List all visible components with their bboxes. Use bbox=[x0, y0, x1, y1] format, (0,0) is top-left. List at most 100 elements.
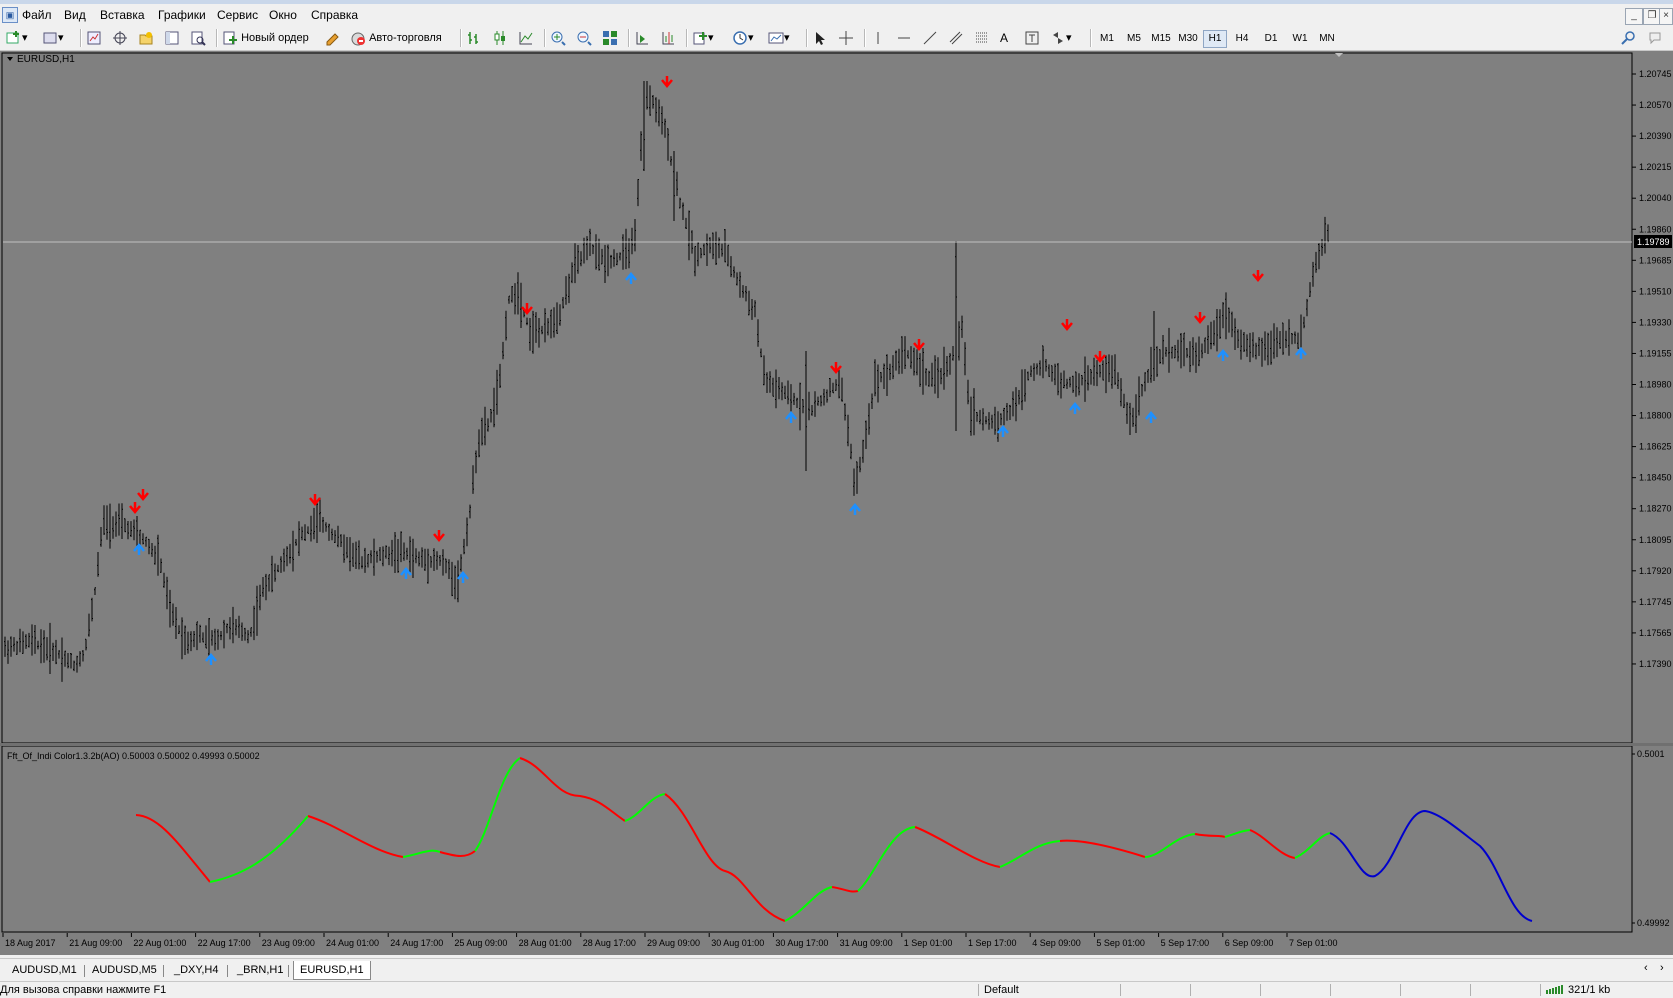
templates-button[interactable]: ▾ bbox=[768, 29, 790, 47]
price-tick-label: 1.20040 bbox=[1639, 193, 1672, 203]
time-tick-label: 7 Sep 01:00 bbox=[1289, 938, 1338, 948]
time-tick-label: 23 Aug 09:00 bbox=[262, 938, 315, 948]
indicator-scale-bottom: 0.49992 bbox=[1637, 918, 1670, 928]
chat-icon[interactable] bbox=[1648, 29, 1664, 47]
timeframe-m1[interactable]: M1 bbox=[1094, 31, 1120, 47]
app-icon[interactable]: ▣ bbox=[2, 7, 18, 23]
chart-shift-icon[interactable] bbox=[660, 29, 676, 47]
indicator-label: Fft_Of_Indi Color1.3.2b(AO) 0.50003 0.50… bbox=[7, 751, 260, 761]
strategy-tester-button[interactable] bbox=[190, 29, 206, 47]
tab-audusd-m5[interactable]: AUDUSD,M5 bbox=[86, 961, 163, 979]
arrows-tool-icon[interactable]: ▾ bbox=[1050, 29, 1072, 47]
price-axis: 1.20745 1.20570 1.20390 1.20215 1.20040 1.198… bbox=[1632, 69, 1672, 669]
status-bar: Для вызова справки нажмите F1 Default 32… bbox=[0, 981, 1673, 997]
menu-insert[interactable]: Вставка bbox=[100, 8, 145, 22]
timeframe-h4[interactable]: H4 bbox=[1229, 31, 1255, 47]
indicator-scale-top: 0.5001 bbox=[1637, 749, 1665, 759]
bar-chart-button[interactable] bbox=[466, 29, 482, 47]
indicator-panel bbox=[1, 745, 1633, 933]
terminal-button[interactable] bbox=[164, 29, 180, 47]
new-chart-button[interactable]: ▾ bbox=[6, 29, 28, 47]
chart-tabs: AUDUSD,M1 AUDUSD,M5 _DXY,H4 _BRN,H1 EURU… bbox=[0, 958, 1673, 981]
menu-bar: ▣ Файл Вид Вставка Графики Сервис Окно С… bbox=[0, 4, 1673, 27]
autotrading-label: Авто-торговля bbox=[369, 32, 442, 44]
time-tick-label: 18 Aug 2017 bbox=[5, 938, 56, 948]
menu-file[interactable]: Файл bbox=[22, 8, 52, 22]
timeframe-h1[interactable]: H1 bbox=[1203, 30, 1227, 48]
time-tick-label: 6 Sep 09:00 bbox=[1225, 938, 1274, 948]
auto-scroll-icon[interactable] bbox=[634, 29, 650, 47]
cursor-icon[interactable] bbox=[812, 29, 828, 47]
text-tool-icon[interactable]: A bbox=[1000, 29, 1008, 47]
menu-window[interactable]: Окно bbox=[269, 8, 297, 22]
zoom-in-icon[interactable] bbox=[550, 29, 566, 47]
time-tick-label: 30 Aug 01:00 bbox=[711, 938, 764, 948]
time-tick-label: 31 Aug 09:00 bbox=[840, 938, 893, 948]
price-tick-label: 1.20390 bbox=[1639, 131, 1672, 141]
tab-dxy-h4[interactable]: _DXY,H4 bbox=[168, 961, 224, 979]
crosshair-icon[interactable] bbox=[838, 29, 854, 47]
new-order-button[interactable]: Новый ордер bbox=[222, 29, 309, 47]
time-tick-label: 4 Sep 09:00 bbox=[1032, 938, 1081, 948]
navigator-button[interactable] bbox=[138, 29, 154, 47]
chart-window[interactable]: EURUSD,H1 1.20745 1.20570 1.20390 1.20215 1.… bbox=[0, 51, 1673, 955]
price-tick-label: 1.17920 bbox=[1639, 566, 1672, 576]
tab-eurusd-h1[interactable]: EURUSD,H1 bbox=[293, 961, 371, 980]
tile-windows-icon[interactable] bbox=[602, 29, 618, 47]
time-tick-label: 28 Aug 01:00 bbox=[519, 938, 572, 948]
tabs-scroll-left-icon[interactable]: ‹ bbox=[1644, 962, 1648, 974]
data-window-button[interactable] bbox=[112, 29, 128, 47]
timeframe-m5[interactable]: M5 bbox=[1121, 31, 1147, 47]
current-price-value: 1.19789 bbox=[1637, 237, 1670, 247]
price-tick-label: 1.18095 bbox=[1639, 535, 1672, 545]
menu-view[interactable]: Вид bbox=[64, 8, 86, 22]
tab-audusd-m1[interactable]: AUDUSD,M1 bbox=[6, 961, 83, 979]
time-tick-label: 24 Aug 01:00 bbox=[326, 938, 379, 948]
time-tick-label: 25 Aug 09:00 bbox=[454, 938, 507, 948]
horizontal-line-icon[interactable] bbox=[896, 29, 912, 47]
price-tick-label: 1.19330 bbox=[1639, 317, 1672, 327]
time-tick-label: 5 Sep 17:00 bbox=[1161, 938, 1210, 948]
autotrading-button[interactable]: Авто-торговля bbox=[350, 29, 442, 47]
minimize-button[interactable]: _ bbox=[1625, 8, 1643, 25]
timeframe-m30[interactable]: M30 bbox=[1175, 31, 1201, 47]
timeframe-m15[interactable]: M15 bbox=[1148, 31, 1174, 47]
chart-canvas[interactable]: EURUSD,H1 1.207451.205701.203901.202151.… bbox=[0, 51, 1673, 955]
tabs-scroll-right-icon[interactable]: › bbox=[1660, 962, 1664, 974]
time-tick-label: 22 Aug 01:00 bbox=[133, 938, 186, 948]
status-profile: Default bbox=[984, 984, 1019, 996]
candlestick-button[interactable] bbox=[492, 29, 508, 47]
price-tick-label: 1.20570 bbox=[1639, 100, 1672, 110]
time-tick-label: 1 Sep 17:00 bbox=[968, 938, 1017, 948]
timeframe-mn[interactable]: MN bbox=[1314, 31, 1340, 47]
time-tick-label: 24 Aug 17:00 bbox=[390, 938, 443, 948]
time-tick-label: 21 Aug 09:00 bbox=[69, 938, 122, 948]
equidistant-channel-icon[interactable] bbox=[948, 29, 964, 47]
profiles-button[interactable]: ▾ bbox=[42, 29, 64, 47]
time-tick-label: 5 Sep 01:00 bbox=[1096, 938, 1145, 948]
menu-tools[interactable]: Сервис bbox=[217, 8, 258, 22]
metaeditor-button[interactable] bbox=[324, 29, 340, 47]
tab-brn-h1[interactable]: _BRN,H1 bbox=[231, 961, 289, 979]
line-chart-button[interactable] bbox=[518, 29, 534, 47]
price-tick-label: 1.19510 bbox=[1639, 286, 1672, 296]
text-label-icon[interactable] bbox=[1024, 29, 1040, 47]
status-traffic: 321/1 kb bbox=[1568, 984, 1611, 996]
price-tick-label: 1.17745 bbox=[1639, 597, 1672, 607]
vertical-line-icon[interactable] bbox=[870, 29, 886, 47]
search-icon[interactable] bbox=[1620, 29, 1636, 47]
timeframe-w1[interactable]: W1 bbox=[1287, 31, 1313, 47]
fibonacci-icon[interactable] bbox=[974, 29, 990, 47]
time-tick-label: 1 Sep 01:00 bbox=[904, 938, 953, 948]
timeframe-d1[interactable]: D1 bbox=[1258, 31, 1284, 47]
trendline-icon[interactable] bbox=[922, 29, 938, 47]
menu-help[interactable]: Справка bbox=[311, 8, 358, 22]
menu-charts[interactable]: Графики bbox=[158, 8, 206, 22]
zoom-out-icon[interactable] bbox=[576, 29, 592, 47]
indicators-button[interactable]: ▾ bbox=[692, 29, 714, 47]
periods-clock-icon[interactable]: ▾ bbox=[732, 29, 754, 47]
market-watch-button[interactable] bbox=[86, 29, 102, 47]
price-tick-label: 1.18450 bbox=[1639, 473, 1672, 483]
panel-separator[interactable] bbox=[0, 743, 1673, 746]
close-button[interactable]: × bbox=[1659, 8, 1673, 25]
